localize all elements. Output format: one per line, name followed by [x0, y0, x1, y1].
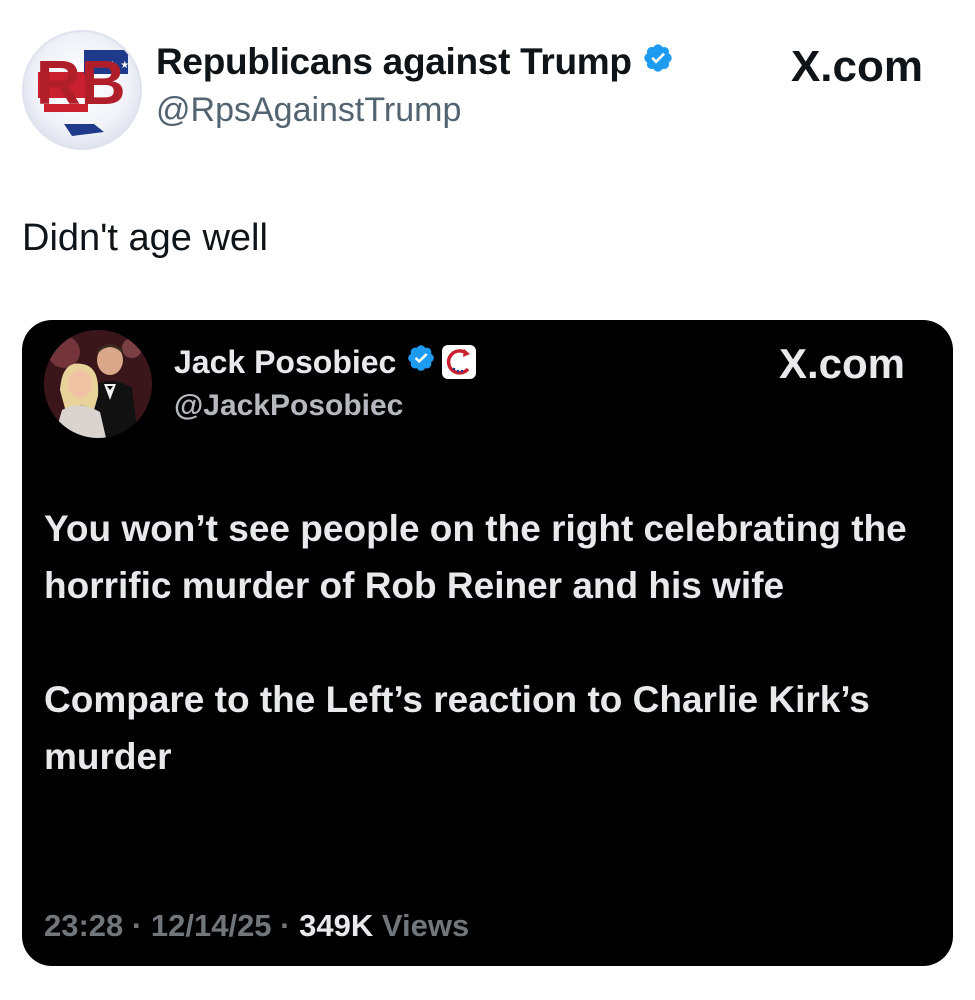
- quoted-avatar[interactable]: [44, 330, 152, 438]
- avatar[interactable]: ★ ★ ★ RB: [22, 30, 142, 150]
- meta-separator: ·: [280, 908, 291, 943]
- quoted-author-name-row[interactable]: Jack Posobiec: [174, 342, 477, 382]
- quoted-author-display-name[interactable]: Jack Posobiec: [174, 342, 396, 382]
- tweet-text: Didn't age well: [22, 217, 268, 259]
- author-block: Republicans against Trump @RpsAgainstTru…: [156, 40, 674, 130]
- quoted-author-block: Jack Posobiec @JackPosobiec: [174, 342, 477, 424]
- views-count[interactable]: 349K: [299, 908, 373, 943]
- views-label: Views: [381, 908, 470, 943]
- republicans-logo-icon: ★ ★ ★ RB: [36, 49, 129, 136]
- tweet-header: ★ ★ ★ RB Republicans against Trump @RpsA…: [0, 0, 975, 160]
- quoted-paragraph: Compare to the Left’s reaction to Charli…: [44, 679, 870, 777]
- quoted-tweet-card[interactable]: Jack Posobiec @JackPosobiec X.com You wo…: [22, 320, 953, 966]
- verified-badge-icon: [406, 342, 436, 382]
- author-name-row[interactable]: Republicans against Trump: [156, 40, 674, 84]
- profile-photo-icon: [44, 330, 152, 438]
- quoted-author-handle[interactable]: @JackPosobiec: [174, 388, 476, 424]
- avatar-letters: RB: [36, 49, 126, 118]
- author-handle[interactable]: @RpsAgainstTrump: [156, 90, 674, 130]
- verified-badge-icon: [642, 40, 674, 84]
- tweet-time[interactable]: 23:28: [44, 908, 123, 943]
- quoted-paragraph: You won’t see people on the right celebr…: [44, 508, 907, 606]
- tweet-date[interactable]: 12/14/25: [151, 908, 272, 943]
- source-label: X.com: [790, 42, 923, 91]
- meta-separator: ·: [131, 908, 143, 943]
- affiliate-badge-icon[interactable]: [442, 345, 477, 379]
- quoted-source-label: X.com: [778, 340, 905, 387]
- author-display-name[interactable]: Republicans against Trump: [156, 40, 632, 84]
- tweet-meta: 23:28 · 12/14/25 · 349K Views: [44, 908, 469, 944]
- quoted-tweet-text: You won’t see people on the right celebr…: [44, 500, 924, 842]
